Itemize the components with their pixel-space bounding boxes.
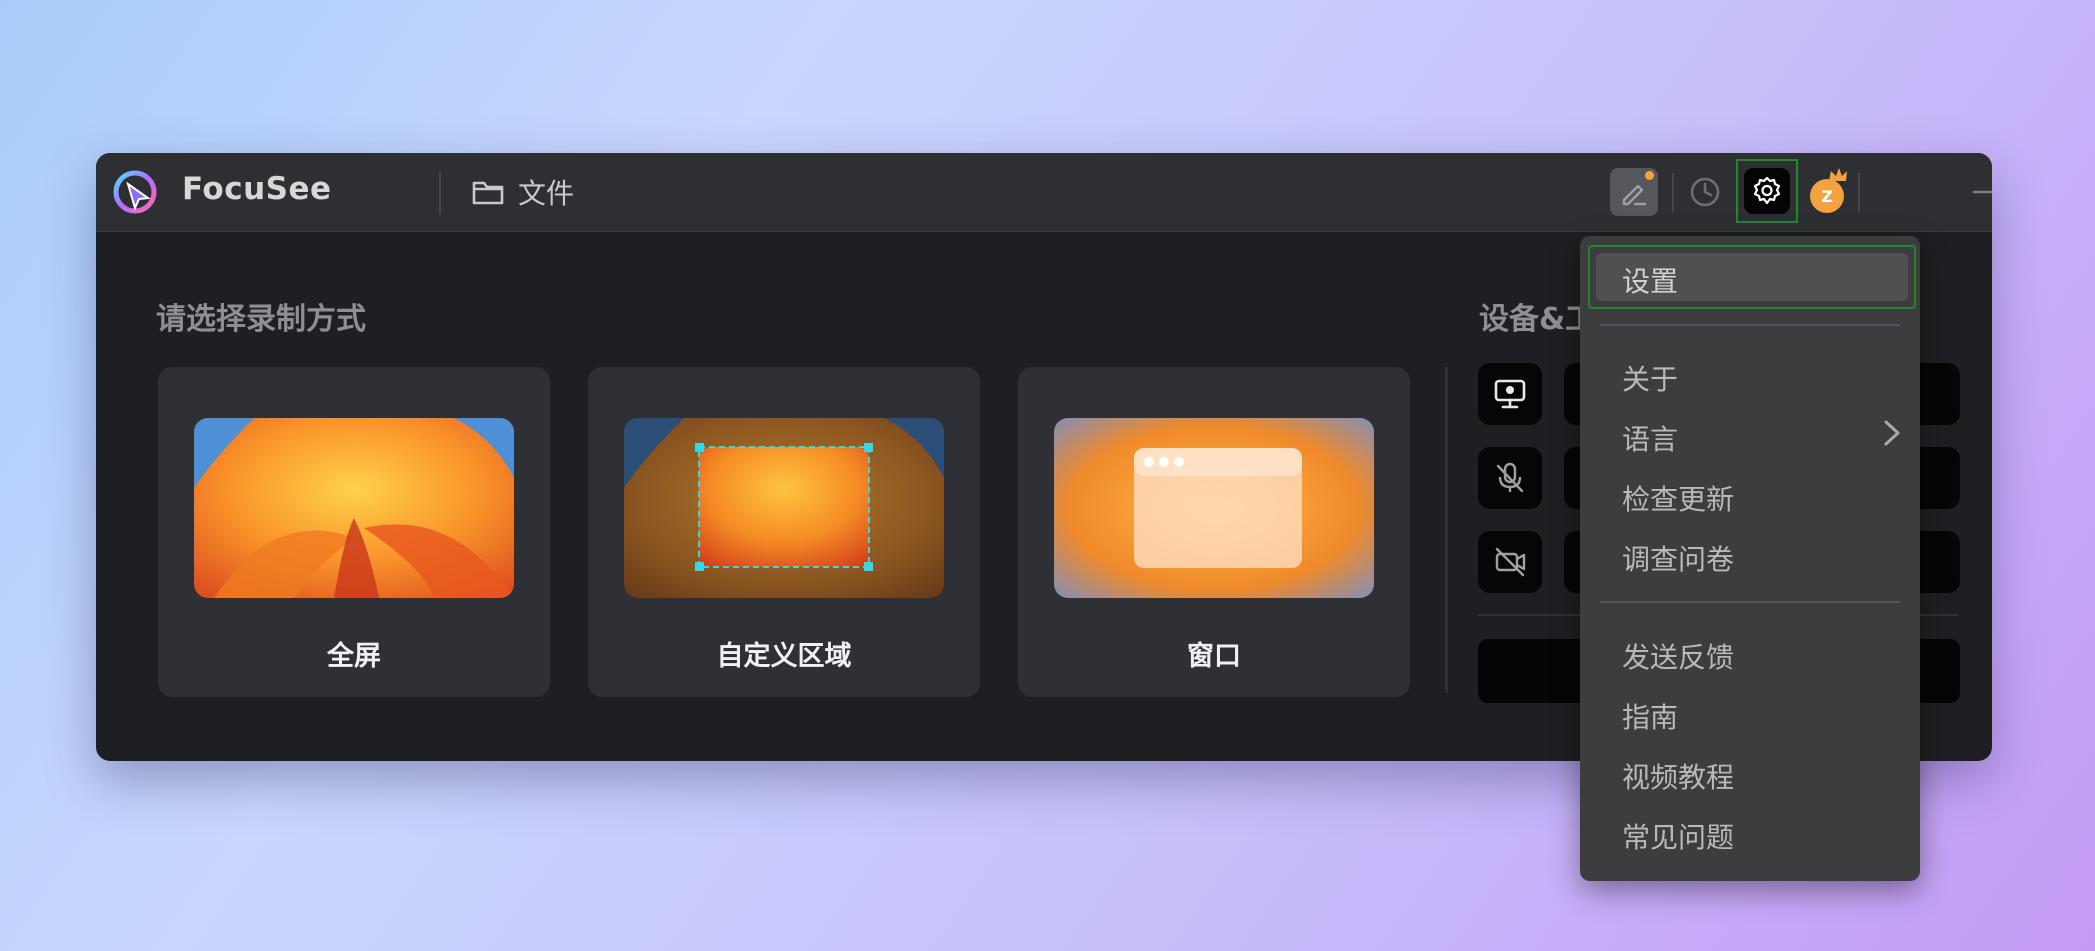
menu-item-settings[interactable]: 设置 bbox=[1622, 260, 1678, 300]
menu-item-language[interactable]: 语言 bbox=[1622, 418, 1678, 458]
fullscreen-thumbnail bbox=[194, 418, 514, 598]
camera-select-end[interactable] bbox=[1920, 531, 1960, 593]
history-button[interactable] bbox=[1680, 167, 1730, 217]
history-icon bbox=[1690, 177, 1720, 207]
section-divider bbox=[1445, 367, 1448, 693]
monitor-icon bbox=[1494, 379, 1526, 409]
settings-button-inner bbox=[1744, 168, 1790, 214]
files-label: 文件 bbox=[518, 177, 575, 210]
mode-card-fullscreen[interactable]: 全屏 bbox=[158, 367, 550, 697]
mode-label-window: 窗口 bbox=[1187, 641, 1241, 672]
notification-dot bbox=[1645, 171, 1654, 180]
custom-region-thumbnail bbox=[624, 418, 944, 598]
mode-card-window[interactable]: 窗口 bbox=[1018, 367, 1410, 697]
microphone-select-end[interactable] bbox=[1920, 447, 1960, 509]
toolbar-separator-2 bbox=[1858, 173, 1860, 213]
folder-icon bbox=[472, 181, 504, 205]
focusee-logo-icon bbox=[113, 170, 157, 214]
edit-icon bbox=[1622, 184, 1647, 206]
minimize-button[interactable] bbox=[1962, 167, 1992, 217]
menu-separator-2 bbox=[1600, 601, 1900, 603]
app-name: FocuSee bbox=[182, 171, 332, 207]
menu-separator bbox=[1600, 324, 1900, 326]
menu-item-guide[interactable]: 指南 bbox=[1622, 696, 1678, 736]
annotate-button[interactable] bbox=[1610, 168, 1658, 216]
crown-icon bbox=[1829, 168, 1847, 181]
mode-card-custom-region[interactable]: 自定义区域 bbox=[588, 367, 980, 697]
menu-item-faq[interactable]: 常见问题 bbox=[1622, 816, 1734, 856]
microphone-off-icon bbox=[1496, 462, 1524, 493]
files-button[interactable]: 文件 bbox=[470, 167, 574, 217]
mode-label-custom-region: 自定义区域 bbox=[716, 641, 852, 672]
record-mode-title: 请选择录制方式 bbox=[156, 302, 366, 337]
title-bar: FocuSee 文件 Z bbox=[96, 153, 1992, 232]
menu-item-video-tutorials[interactable]: 视频教程 bbox=[1622, 756, 1734, 796]
settings-menu: 设置 关于 语言 检查更新 调查问卷 发送反馈 指南 视频教程 常见问题 bbox=[1580, 236, 1920, 881]
menu-item-send-feedback[interactable]: 发送反馈 bbox=[1622, 636, 1734, 676]
camera-device-button[interactable] bbox=[1478, 531, 1542, 593]
microphone-device-button[interactable] bbox=[1478, 447, 1542, 509]
settings-button[interactable] bbox=[1736, 159, 1798, 223]
user-avatar[interactable]: Z bbox=[1802, 167, 1852, 217]
window-thumbnail bbox=[1054, 418, 1374, 598]
devices-title: 设备&工 bbox=[1479, 302, 1596, 337]
gear-icon bbox=[1753, 176, 1781, 205]
menu-item-survey[interactable]: 调查问卷 bbox=[1622, 538, 1734, 578]
display-select-end[interactable] bbox=[1920, 363, 1960, 425]
minimize-icon bbox=[1972, 190, 1992, 194]
chevron-right-icon bbox=[1884, 420, 1900, 446]
mode-label-fullscreen: 全屏 bbox=[327, 641, 381, 672]
camera-off-icon bbox=[1495, 547, 1526, 577]
title-separator bbox=[439, 171, 441, 215]
menu-item-about[interactable]: 关于 bbox=[1622, 358, 1678, 398]
toolbar-separator bbox=[1672, 173, 1674, 213]
avatar: Z bbox=[1810, 179, 1844, 213]
menu-item-check-updates[interactable]: 检查更新 bbox=[1622, 478, 1734, 518]
display-device-button[interactable] bbox=[1478, 363, 1542, 425]
